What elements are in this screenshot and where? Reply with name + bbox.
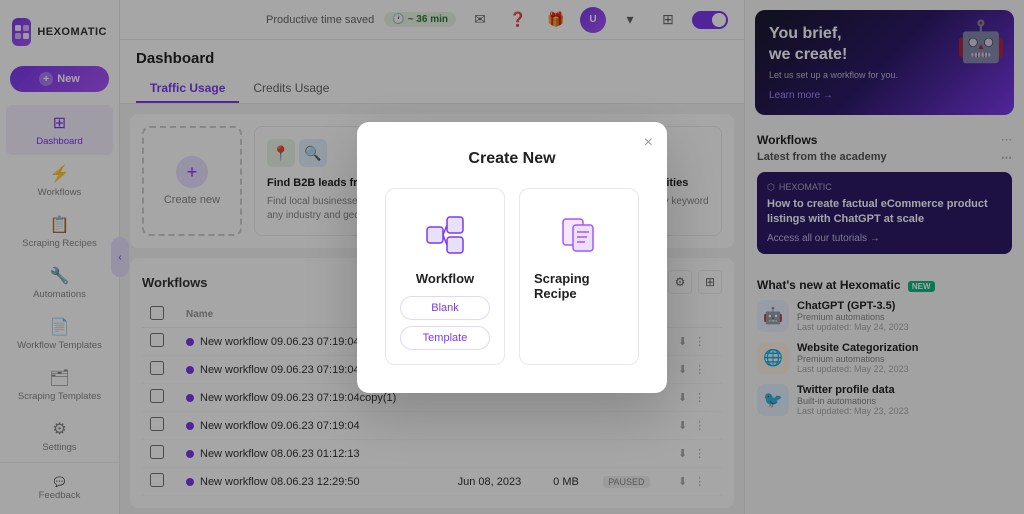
workflow-blank-button[interactable]: Blank <box>400 296 490 320</box>
workflow-option-icon <box>419 209 471 261</box>
create-new-modal: Create New × Workflow Blank Templa <box>357 122 667 393</box>
modal-option-workflow[interactable]: Workflow Blank Template <box>385 188 505 365</box>
workflow-template-button[interactable]: Template <box>400 326 490 350</box>
modal-overlay[interactable]: Create New × Workflow Blank Templa <box>0 0 1024 514</box>
modal-option-scraping-recipe[interactable]: Scraping Recipe <box>519 188 639 365</box>
modal-options: Workflow Blank Template Scr <box>385 188 639 365</box>
modal-close-button[interactable]: × <box>644 134 653 152</box>
scraping-recipe-icon <box>553 209 605 261</box>
workflow-option-label: Workflow <box>416 271 474 286</box>
workflow-suboptions: Blank Template <box>400 296 490 350</box>
modal-title: Create New <box>385 150 639 168</box>
scraping-recipe-label: Scraping Recipe <box>534 271 624 301</box>
